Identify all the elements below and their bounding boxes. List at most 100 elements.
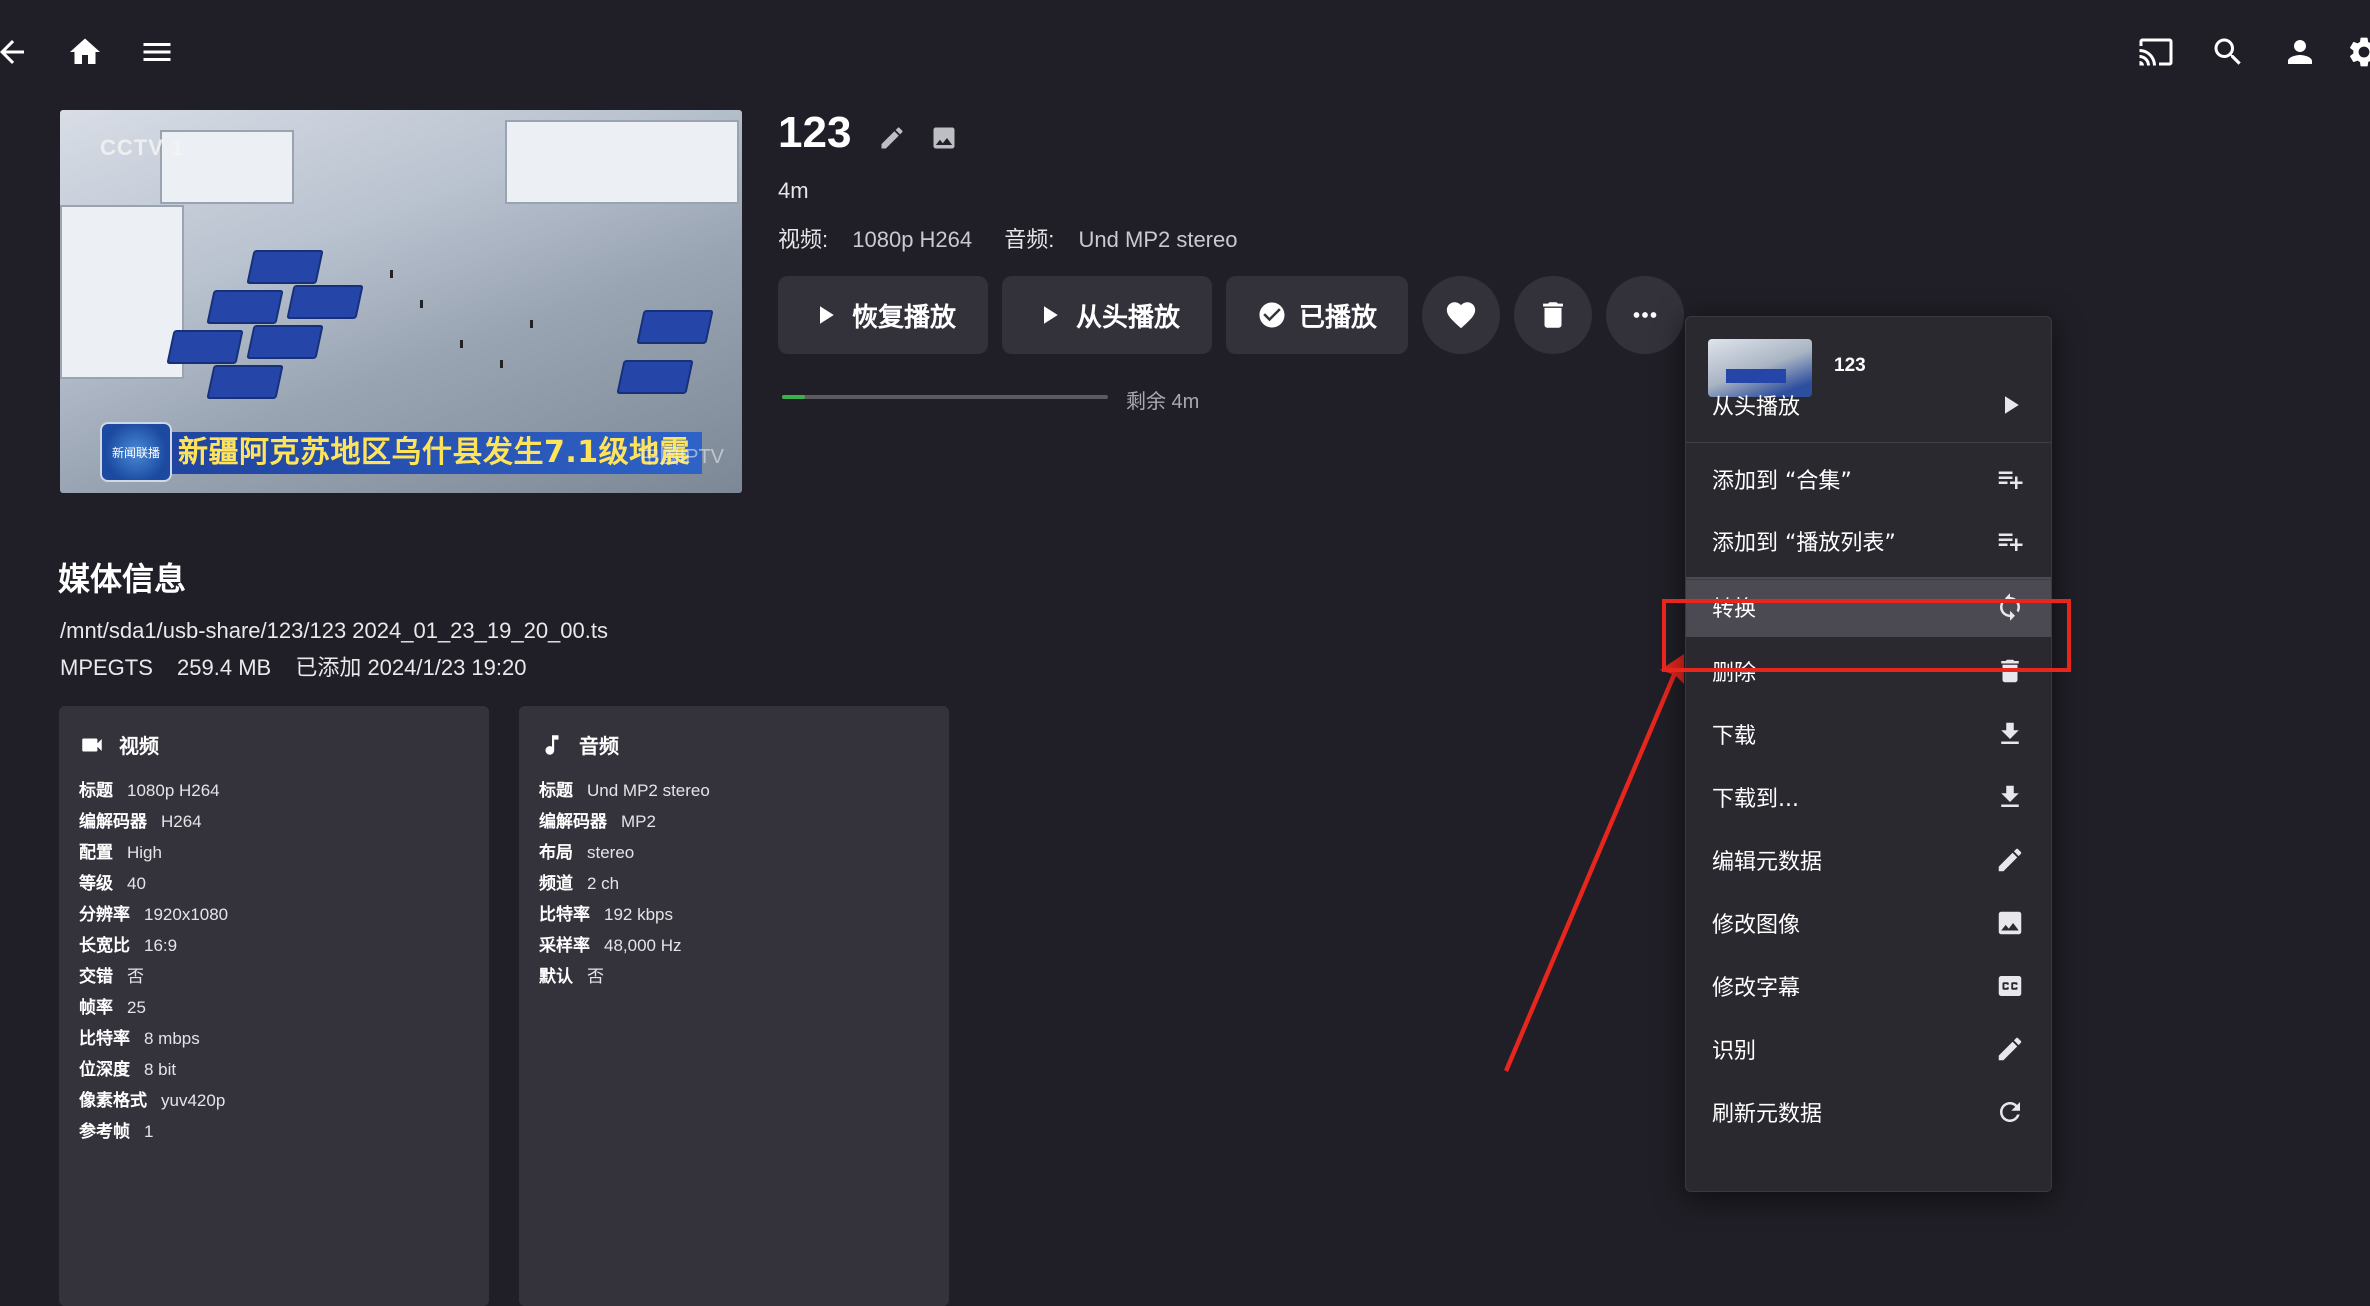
- info-row: 编解码器 H264: [79, 807, 228, 838]
- info-value: stereo: [587, 843, 635, 862]
- music-note-icon: [539, 732, 565, 758]
- video-stream-value: 1080p H264: [852, 227, 973, 252]
- menu-item[interactable]: 添加到 “合集”: [1686, 449, 2051, 509]
- info-value: 否: [587, 967, 604, 986]
- info-row: 帧率 25: [79, 993, 228, 1024]
- video-stream-card: 视频 标题 1080p H264 编解码器 H264 配置 High 等级 40 分辨率 1920…: [59, 706, 489, 1306]
- user-button[interactable]: [2278, 30, 2322, 74]
- menu-item-label: 编辑元数据: [1712, 850, 1823, 875]
- menu-item-label: 刷新元数据: [1712, 1102, 1823, 1127]
- playback-progress: [782, 395, 1108, 399]
- info-row: 分辨率 1920x1080: [79, 900, 228, 931]
- video-card-title: 视频: [119, 734, 159, 758]
- info-key: 编解码器: [79, 812, 147, 832]
- news-logo: 新闻联播: [100, 422, 172, 482]
- thumbnail-tent: [166, 330, 244, 364]
- info-key: 帧率: [79, 998, 113, 1018]
- videocam-icon: [79, 732, 105, 758]
- info-key: 等级: [79, 874, 113, 894]
- edit-image-button[interactable]: [930, 124, 958, 152]
- playlist-add-icon: [1995, 464, 2025, 494]
- info-value: 8 bit: [144, 1060, 177, 1079]
- home-icon: [67, 34, 103, 70]
- settings-icon: [2346, 34, 2370, 70]
- thumbnail-tent: [206, 290, 284, 324]
- delete-button[interactable]: [1514, 276, 1592, 354]
- info-row: 等级 40: [79, 869, 228, 900]
- menu-title: 123: [1834, 355, 1866, 376]
- resume-button[interactable]: 恢复播放: [778, 276, 988, 354]
- info-row: 比特率 8 mbps: [79, 1024, 228, 1055]
- item-duration: 4m: [778, 178, 809, 203]
- image-icon: [930, 124, 958, 152]
- caption-text: 新疆阿克苏地区乌什县发生7.1级地震: [178, 435, 691, 470]
- info-row: 标题 Und MP2 stereo: [539, 776, 710, 807]
- menu-item-label: 下载: [1712, 724, 1757, 749]
- audio-card-title: 音频: [579, 734, 619, 758]
- info-key: 比特率: [79, 1029, 130, 1049]
- info-key: 参考帧: [79, 1122, 130, 1142]
- info-key: 布局: [539, 843, 573, 863]
- info-row: 标题 1080p H264: [79, 776, 228, 807]
- info-key: 频道: [539, 874, 573, 894]
- info-row: 像素格式 yuv420p: [79, 1086, 228, 1117]
- date-added: 已添加 2024/1/23 19:20: [295, 655, 527, 680]
- menu-item[interactable]: 刷新元数据: [1686, 1082, 2051, 1142]
- favorite-button[interactable]: [1422, 276, 1500, 354]
- info-row: 交错否: [79, 962, 228, 993]
- menu-separator: [1686, 579, 2051, 580]
- file-meta: MPEGTS 259.4 MB 已添加 2024/1/23 19:20: [60, 650, 544, 682]
- info-value: 1920x1080: [144, 905, 229, 924]
- info-row: 采样率 48,000 Hz: [539, 931, 710, 962]
- mark-played-button[interactable]: 已播放: [1226, 276, 1408, 354]
- mark-played-label: 已播放: [1298, 302, 1377, 333]
- menu-item[interactable]: 编辑元数据: [1686, 830, 2051, 890]
- video-card-header: 视频: [79, 730, 159, 759]
- info-key: 交错: [79, 967, 113, 987]
- item-title: 123: [778, 108, 852, 157]
- home-button[interactable]: [63, 30, 107, 74]
- menu-item[interactable]: 从头播放: [1686, 375, 2051, 435]
- cast-button[interactable]: [2134, 30, 2178, 74]
- info-value: 48,000 Hz: [604, 936, 682, 955]
- resume-label: 恢复播放: [851, 302, 956, 333]
- info-value: 192 kbps: [604, 905, 673, 924]
- menu-item-label: 修改字幕: [1712, 976, 1801, 1001]
- menu-item-label: 下载到...: [1712, 787, 1799, 812]
- more-button[interactable]: [1606, 276, 1684, 354]
- menu-item[interactable]: 修改图像: [1686, 893, 2051, 953]
- info-value: 1080p H264: [127, 781, 220, 800]
- thumbnail-person: [530, 320, 533, 328]
- edit-title-button[interactable]: [878, 124, 906, 152]
- edit-icon: [1995, 1034, 2025, 1064]
- settings-button[interactable]: [2346, 30, 2370, 74]
- user-icon: [2282, 34, 2318, 70]
- playback-progress-fill: [782, 395, 805, 399]
- menu-item-label: 添加到 “合集”: [1712, 469, 1852, 494]
- info-value: 25: [127, 998, 146, 1017]
- file-size: 259.4 MB: [177, 655, 272, 680]
- main-menu-button[interactable]: [135, 30, 179, 74]
- thumbnail-tent: [246, 325, 324, 359]
- search-button[interactable]: [2206, 30, 2250, 74]
- play-icon: [1034, 300, 1064, 330]
- info-value: 8 mbps: [144, 1029, 200, 1048]
- search-icon: [2210, 34, 2246, 70]
- audio-stream-card: 音频 标题 Und MP2 stereo 编解码器 MP2 布局 stereo 频道 2 ch…: [519, 706, 949, 1306]
- info-key: 位深度: [79, 1060, 130, 1080]
- info-row: 编解码器 MP2: [539, 807, 710, 838]
- menu-item[interactable]: 下载: [1686, 704, 2051, 764]
- menu-item[interactable]: 识别: [1686, 1019, 2051, 1079]
- menu-item[interactable]: 下载到...: [1686, 767, 2051, 827]
- info-row: 配置 High: [79, 838, 228, 869]
- play-from-start-button[interactable]: 从头播放: [1002, 276, 1212, 354]
- menu-item[interactable]: 添加到 “播放列表”: [1686, 511, 2051, 571]
- info-value: 1: [144, 1122, 154, 1141]
- info-key: 标题: [539, 781, 573, 801]
- back-button[interactable]: [0, 30, 34, 74]
- item-thumbnail[interactable]: CCTV 1 新闻联播 新疆阿克苏地区乌什县发生7.1级地震 中国IPTV: [60, 110, 742, 493]
- menu-item-label: 添加到 “播放列表”: [1712, 531, 1896, 556]
- menu-item[interactable]: 修改字幕: [1686, 956, 2051, 1016]
- info-value: H264: [161, 812, 202, 831]
- closed-caption-icon: [1995, 971, 2025, 1001]
